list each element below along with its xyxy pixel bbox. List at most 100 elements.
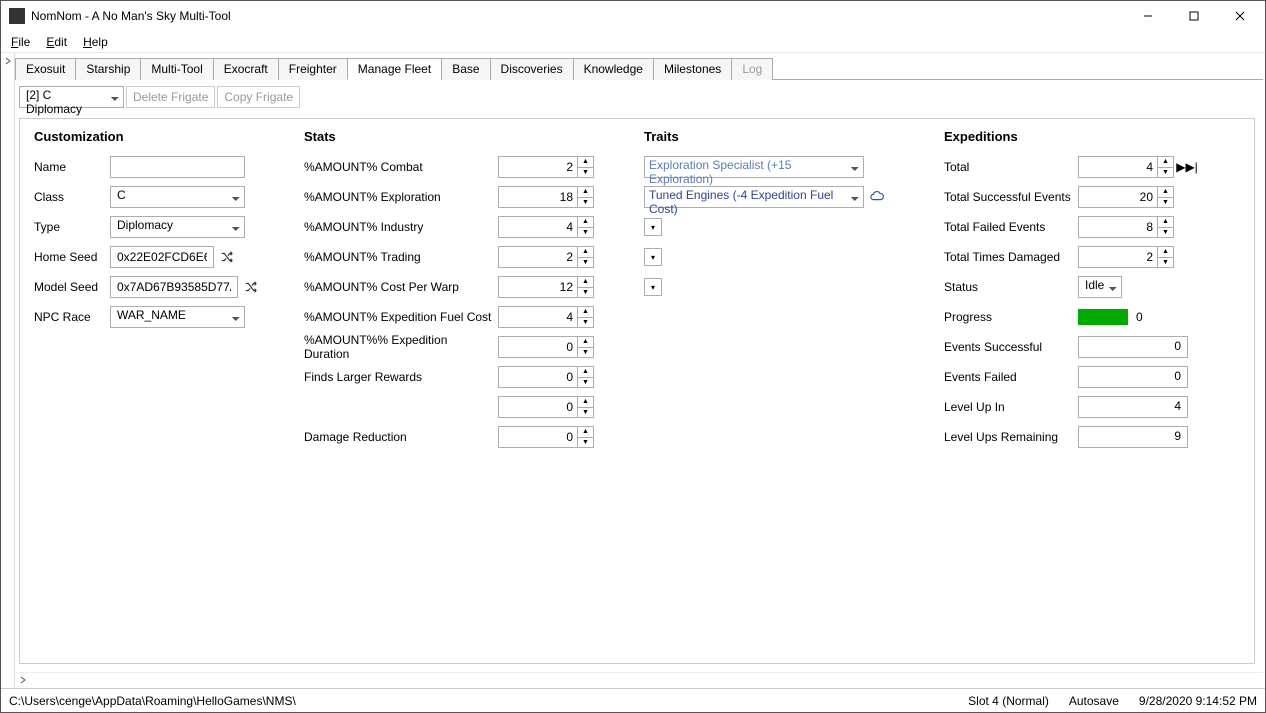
fail-events-stepper[interactable]: ▲▼ [1158,216,1174,238]
rewards-stepper[interactable]: ▲▼ [578,366,594,388]
succ-events-stepper[interactable]: ▲▼ [1158,186,1174,208]
fail-events-input[interactable] [1078,216,1158,238]
frigate-panel: Customization Name Class C Type Diplomac… [19,118,1255,664]
trading-stepper[interactable]: ▲▼ [578,246,594,268]
succ-events-input[interactable] [1078,186,1158,208]
warp-label: %AMOUNT% Cost Per Warp [304,280,494,294]
events-failed-value: 0 [1078,366,1188,388]
fast-forward-icon[interactable]: ▶▶| [1178,158,1196,176]
status-datetime: 9/28/2020 9:14:52 PM [1139,694,1257,708]
menu-edit[interactable]: Edit [40,33,73,51]
damaged-stepper[interactable]: ▲▼ [1158,246,1174,268]
titlebar: NomNom - A No Man's Sky Multi-Tool [1,1,1265,31]
trait-3-select[interactable]: ▾ [644,218,662,236]
tab-knowledge[interactable]: Knowledge [573,58,654,80]
trading-input[interactable] [498,246,578,268]
cloud-icon[interactable] [868,188,886,206]
duration-stepper[interactable]: ▲▼ [578,336,594,358]
frigate-selector[interactable]: [2] C Diplomacy [19,86,124,108]
warp-stepper[interactable]: ▲▼ [578,276,594,298]
levelups-remaining-value: 9 [1078,426,1188,448]
trait-5-select[interactable]: ▾ [644,278,662,296]
industry-input[interactable] [498,216,578,238]
damage-input[interactable] [498,426,578,448]
class-select[interactable]: C [110,186,245,208]
rewards-label: Finds Larger Rewards [304,370,494,384]
damage-label: Damage Reduction [304,430,494,444]
levelups-remaining-label: Level Ups Remaining [944,430,1074,444]
tab-starship[interactable]: Starship [75,58,141,80]
events-successful-label: Events Successful [944,340,1074,354]
type-label: Type [34,220,106,234]
window-title: NomNom - A No Man's Sky Multi-Tool [31,9,1125,23]
type-select[interactable]: Diplomacy [110,216,245,238]
npc-race-select[interactable]: WAR_NAME [110,306,245,328]
shuffle-icon[interactable] [242,278,260,296]
warp-input[interactable] [498,276,578,298]
trait-2-select[interactable]: Tuned Engines (-4 Expedition Fuel Cost) [644,186,864,208]
home-seed-input[interactable] [110,246,214,268]
succ-events-label: Total Successful Events [944,190,1074,204]
minimize-button[interactable] [1125,1,1171,31]
stats-column: Stats %AMOUNT% Combat▲▼ %AMOUNT% Explora… [304,129,604,643]
tab-exocraft[interactable]: Exocraft [213,58,279,80]
menu-file[interactable]: File [5,33,36,51]
trait-1-select[interactable]: Exploration Specialist (+15 Exploration) [644,156,864,178]
damage-stepper[interactable]: ▲▼ [578,426,594,448]
shuffle-icon[interactable] [218,248,236,266]
total-stepper[interactable]: ▲▼ [1158,156,1174,178]
damaged-input[interactable] [1078,246,1158,268]
progress-bar [1078,309,1128,325]
trading-label: %AMOUNT% Trading [304,250,494,264]
fuel-input[interactable] [498,306,578,328]
industry-stepper[interactable]: ▲▼ [578,216,594,238]
home-seed-label: Home Seed [34,250,106,264]
combat-input[interactable] [498,156,578,178]
name-input[interactable] [110,156,245,178]
close-button[interactable] [1217,1,1263,31]
expeditions-column: Expeditions Total ▲▼ ▶▶| Total Successfu… [944,129,1240,643]
customization-header: Customization [34,129,264,144]
duration-input[interactable] [498,336,578,358]
model-seed-label: Model Seed [34,280,106,294]
tab-manage-fleet[interactable]: Manage Fleet [347,58,442,80]
damaged-label: Total Times Damaged [944,250,1074,264]
blank-input[interactable] [498,396,578,418]
levelup-value: 4 [1078,396,1188,418]
statusbar: C:\Users\cenge\AppData\Roaming\HelloGame… [1,688,1265,712]
traits-column: Traits Exploration Specialist (+15 Explo… [644,129,904,643]
tab-milestones[interactable]: Milestones [653,58,732,80]
tab-freighter[interactable]: Freighter [278,58,348,80]
progress-label: Progress [944,310,1074,324]
exploration-stepper[interactable]: ▲▼ [578,186,594,208]
events-failed-label: Events Failed [944,370,1074,384]
total-label: Total [944,160,1074,174]
stats-header: Stats [304,129,604,144]
trait-4-select[interactable]: ▾ [644,248,662,266]
tab-multitool[interactable]: Multi-Tool [140,58,213,80]
maximize-button[interactable] [1171,1,1217,31]
menubar: File Edit Help [1,31,1265,53]
combat-stepper[interactable]: ▲▼ [578,156,594,178]
npc-race-label: NPC Race [34,310,106,324]
exploration-input[interactable] [498,186,578,208]
menu-help[interactable]: Help [77,33,114,51]
tab-base[interactable]: Base [441,58,490,80]
fleet-toolbar: [2] C Diplomacy Delete Frigate Copy Frig… [15,80,1263,114]
left-expander[interactable] [1,53,15,688]
combat-label: %AMOUNT% Combat [304,160,494,174]
fuel-label: %AMOUNT% Expedition Fuel Cost [304,310,494,324]
rewards-input[interactable] [498,366,578,388]
name-label: Name [34,160,106,174]
tab-log: Log [731,58,773,80]
status-select[interactable]: Idle [1078,276,1122,298]
tab-exosuit[interactable]: Exosuit [15,58,76,80]
model-seed-input[interactable] [110,276,238,298]
status-slot: Slot 4 (Normal) [968,694,1049,708]
bottom-expander[interactable] [15,672,1263,686]
total-input[interactable] [1078,156,1158,178]
industry-label: %AMOUNT% Industry [304,220,494,234]
blank-stepper[interactable]: ▲▼ [578,396,594,418]
fuel-stepper[interactable]: ▲▼ [578,306,594,328]
tab-discoveries[interactable]: Discoveries [490,58,574,80]
